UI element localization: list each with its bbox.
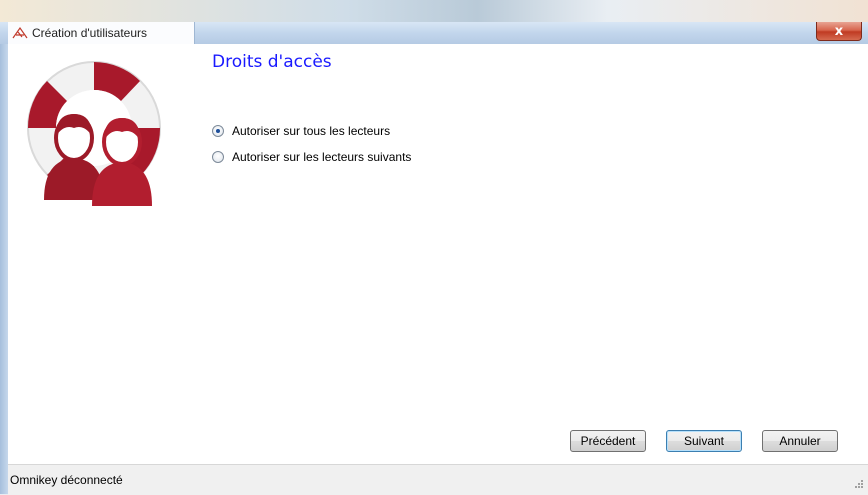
page-title: Droits d'accès	[212, 52, 332, 72]
window-title: Création d'utilisateurs	[32, 26, 148, 40]
window-frame-left	[0, 44, 8, 494]
option-all-readers-label[interactable]: Autoriser sur tous les lecteurs	[232, 124, 390, 138]
dialog-window: Création d'utilisateurs x Droits d'accès	[0, 0, 868, 495]
status-text: Omnikey déconnecté	[10, 473, 123, 487]
option-following-readers[interactable]: Autoriser sur les lecteurs suivants	[212, 150, 411, 164]
close-icon: x	[834, 23, 844, 39]
radio-following-readers[interactable]	[212, 151, 224, 163]
dialog-content: Droits d'accès Autoriser sur tous les le…	[8, 44, 868, 464]
desktop-background	[0, 0, 868, 22]
option-all-readers[interactable]: Autoriser sur tous les lecteurs	[212, 124, 390, 138]
resize-grip-icon[interactable]	[854, 479, 864, 489]
app-icon	[12, 26, 28, 39]
users-lifebuoy-icon	[27, 61, 161, 206]
option-following-readers-label[interactable]: Autoriser sur les lecteurs suivants	[232, 150, 411, 164]
next-button[interactable]: Suivant	[666, 430, 742, 452]
radio-all-readers[interactable]	[212, 125, 224, 137]
status-bar: Omnikey déconnecté	[8, 464, 868, 495]
close-button[interactable]: x	[816, 22, 862, 41]
title-area: Création d'utilisateurs	[8, 22, 195, 44]
cancel-button[interactable]: Annuler	[762, 430, 838, 452]
previous-button[interactable]: Précédent	[570, 430, 646, 452]
